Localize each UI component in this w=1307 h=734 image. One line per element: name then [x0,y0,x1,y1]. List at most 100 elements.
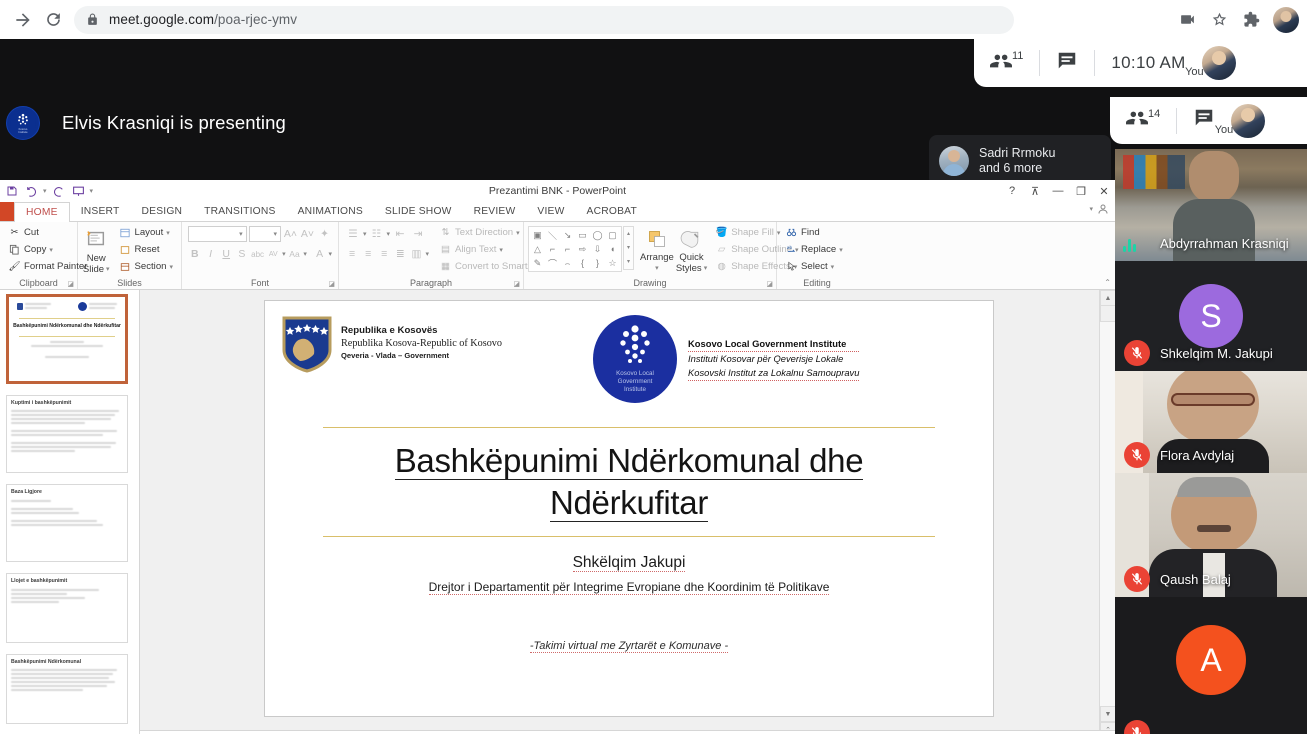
save-icon[interactable] [3,183,20,200]
notes-pane[interactable]: Click to add notes [140,730,1115,734]
redo-icon[interactable] [50,183,67,200]
slide-title[interactable]: Bashkëpunimi Ndërkomunal dhe Ndërkufitar [265,440,993,524]
scroll-down-icon[interactable]: ▼ [1100,706,1115,722]
slide-author[interactable]: Shkëlqim Jakupi [265,554,993,572]
current-slide[interactable]: Republika e Kosovës Republika Kosova-Rep… [264,300,994,717]
tab-insert[interactable]: INSERT [70,202,131,221]
shape-arc-icon[interactable]: ⌢ [560,256,575,270]
decrease-indent-button[interactable]: ⇤ [392,226,408,242]
chevron-down-icon[interactable]: ▾ [282,250,286,258]
shape-right-arrow-icon[interactable]: ⇨ [575,242,590,256]
ribbon-display-options-icon[interactable]: ⊼ [1028,185,1042,198]
shape-arrow-icon[interactable]: ↘ [560,228,575,242]
participant-tile-1[interactable]: S Shkelqim M. Jakupi [1115,261,1307,371]
chevron-down-icon[interactable]: ▾ [106,264,110,275]
puzzle-piece-icon[interactable] [1237,6,1265,34]
chevron-down-icon[interactable]: ▾ [166,229,170,237]
account-area[interactable]: ▾ [1089,203,1109,215]
tab-view[interactable]: VIEW [526,202,575,221]
chevron-down-icon[interactable]: ▾ [655,263,659,274]
shape-triangle-icon[interactable]: △ [530,242,545,256]
tab-file[interactable] [0,202,14,221]
video-cast-icon[interactable] [1173,6,1201,34]
slide-role[interactable]: Drejtor i Departamentit për Integrime Ev… [265,580,993,595]
chat-button-secondary[interactable] [1177,97,1231,144]
find-button[interactable]: Find [781,224,853,241]
align-left-button[interactable]: ≡ [345,246,359,262]
section-button[interactable]: Section ▾ [114,258,177,275]
font-color-button[interactable]: A [313,246,327,262]
shape-star-icon[interactable]: ☆ [605,256,620,270]
shape-down-arrow-icon[interactable]: ⇩ [590,242,605,256]
reset-button[interactable]: Reset [114,241,177,258]
shape-curve-icon[interactable]: ⌒ [545,256,560,270]
undo-icon[interactable] [23,183,40,200]
align-center-button[interactable]: ≡ [361,246,375,262]
participants-joined-toast[interactable]: Sadri Rrmoku and 6 more [929,135,1111,186]
undo-dropdown-caret[interactable]: ▾ [43,187,47,195]
cut-button[interactable]: ✂ Cut [4,224,73,241]
justify-button[interactable]: ≣ [393,246,407,262]
shape-right-brace-icon[interactable]: } [590,256,605,270]
select-button[interactable]: Select ▾ [781,258,853,275]
slide-thumbnail-1[interactable]: Bashkëpunimi Ndërkomunal dhe Ndërkufitar [6,294,128,384]
restore-icon[interactable]: ❐ [1074,185,1088,198]
chevron-down-icon[interactable]: ▾ [831,263,835,271]
shapes-scroll-up-icon[interactable]: ▴ [624,227,633,241]
shape-rounded-rect-icon[interactable]: ▢ [605,228,620,242]
shape-oval-icon[interactable]: ◯ [590,228,605,242]
change-case-button[interactable]: Aa [288,246,302,262]
start-presentation-icon[interactable] [70,183,87,200]
slide-thumbnail-4[interactable]: Llojet e bashkëpunimit [6,573,128,643]
shape-line-icon[interactable]: ＼ [545,228,560,242]
tab-review[interactable]: REVIEW [463,202,527,221]
shapes-gallery[interactable]: ▣ ＼ ↘ ▭ ◯ ▢ △ ⌐ ⌐ ⇨ ⇩ ◖ ✎ ⌒ ⌢ {} ☆ [528,226,622,272]
drawing-dialog-launcher[interactable]: ◪ [766,280,773,288]
chevron-down-icon[interactable]: ▾ [329,250,333,258]
clipboard-dialog-launcher[interactable]: ◪ [67,280,74,288]
decrease-font-size-icon[interactable]: A˅ [300,226,315,242]
paragraph-dialog-launcher[interactable]: ◪ [513,280,520,288]
new-slide-button[interactable]: New Slide ▾ [82,224,110,277]
participants-button-secondary[interactable]: 14 [1110,97,1176,144]
slide-thumbnail-5[interactable]: Bashkëpunimi Ndërkomunal [6,654,128,724]
tab-slide-show[interactable]: SLIDE SHOW [374,202,463,221]
bold-button[interactable]: B [188,246,202,262]
collapse-ribbon-icon[interactable]: ⌃ [1104,278,1111,287]
slide-vertical-scrollbar[interactable]: ▲ ▼ ⌃ ⌄ [1099,290,1115,734]
character-spacing-button[interactable]: AV [266,246,280,262]
shape-moon-icon[interactable]: ◖ [605,242,620,256]
tab-home[interactable]: HOME [14,202,70,222]
chevron-down-icon[interactable]: ▾ [303,250,307,258]
tab-design[interactable]: DESIGN [130,202,193,221]
format-painter-button[interactable]: 🖌 Format Painter [4,258,87,275]
shapes-gallery-more-icon[interactable]: ▾ [624,255,633,269]
increase-font-size-icon[interactable]: A˄ [283,226,298,242]
font-name-combo[interactable]: ▾ [188,226,247,242]
shape-elbow-icon[interactable]: ⌐ [560,242,575,256]
bullets-button[interactable]: ☰ [345,226,361,242]
layout-button[interactable]: Layout ▾ [114,224,177,241]
participant-tile-3[interactable]: Qaush Balaj [1115,473,1307,597]
quick-styles-button[interactable]: Quick Styles ▾ [676,224,707,277]
participants-button-primary[interactable]: 11 [974,39,1039,87]
star-icon[interactable] [1205,6,1233,34]
shapes-gallery-scroll[interactable]: ▴ ▾ ▾ [623,226,634,270]
clear-formatting-icon[interactable]: ✦ [317,226,332,242]
tab-transitions[interactable]: TRANSITIONS [193,202,286,221]
tab-acrobat[interactable]: ACROBAT [576,202,648,221]
underline-button[interactable]: U [219,246,233,262]
slide-thumbnail-2[interactable]: Kuptimi i bashkëpunimit [6,395,128,473]
forward-arrow-icon[interactable] [8,5,38,35]
shape-rectangle-icon[interactable]: ▭ [575,228,590,242]
align-right-button[interactable]: ≡ [377,246,391,262]
chat-button-primary[interactable] [1040,39,1094,87]
self-avatar-secondary[interactable]: You [1215,103,1273,138]
self-avatar-primary[interactable]: You [1185,46,1244,80]
shape-scribble-icon[interactable]: ✎ [530,256,545,270]
chevron-down-icon[interactable]: ▾ [839,246,843,254]
participant-tile-2[interactable]: Flora Avdylaj [1115,371,1307,473]
close-icon[interactable]: ✕ [1097,185,1111,198]
increase-indent-button[interactable]: ⇥ [410,226,426,242]
shape-textbox-icon[interactable]: ▣ [530,228,545,242]
